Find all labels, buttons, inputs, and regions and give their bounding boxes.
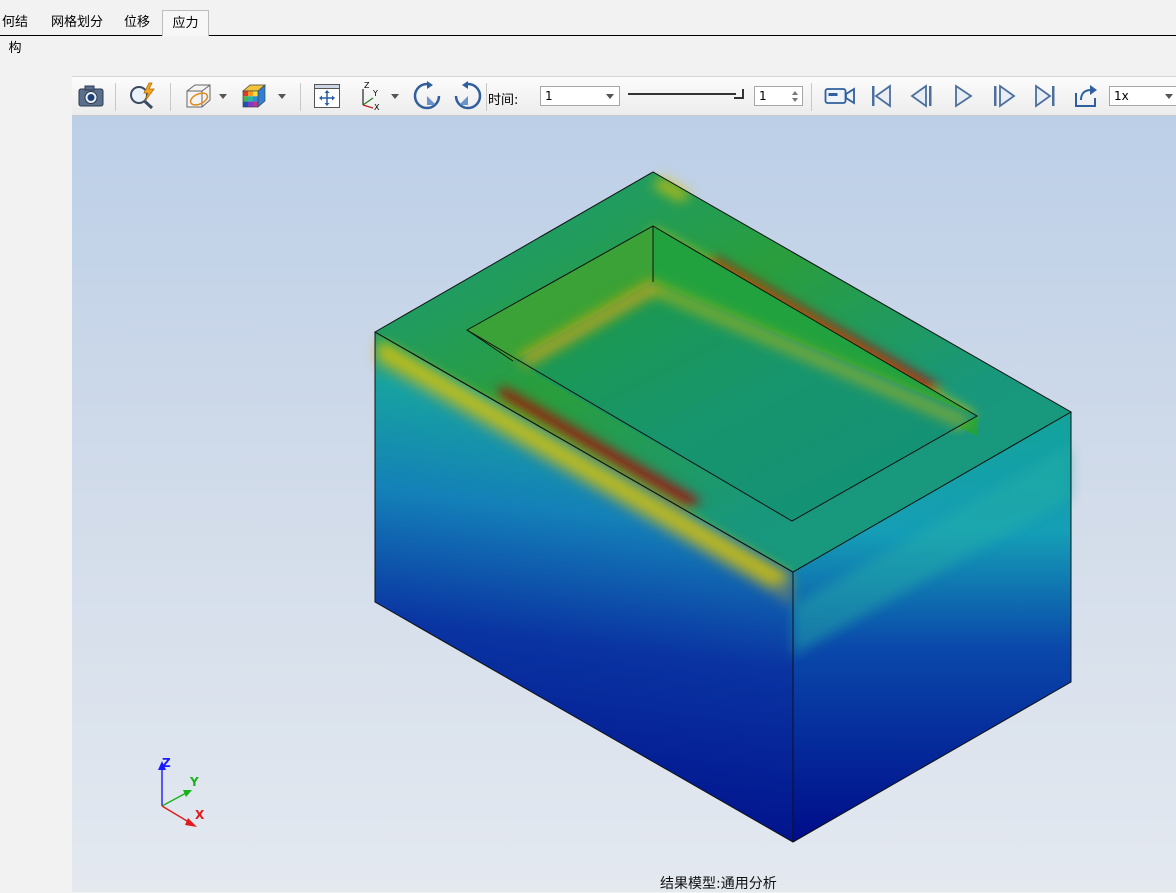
fit-view-button[interactable]	[311, 80, 343, 112]
axis-orient-dropdown[interactable]	[391, 94, 399, 99]
time-select-value: 1	[545, 89, 553, 103]
chevron-down-icon	[1165, 94, 1173, 99]
rotate-cw-icon	[413, 81, 441, 110]
axis-orient-button[interactable]: Z Y X	[354, 80, 386, 112]
toolbar-separator	[115, 83, 116, 111]
svg-text:Z: Z	[364, 81, 370, 90]
axis-x-label: X	[195, 808, 205, 822]
color-cube-icon	[242, 84, 266, 108]
axis-z-label: Z	[162, 756, 171, 770]
last-frame-button[interactable]	[1029, 80, 1061, 112]
tab-geometry[interactable]: 何结构	[0, 10, 34, 56]
toolbar-separator	[170, 83, 171, 111]
toolbar-separator	[811, 83, 812, 111]
play-button[interactable]	[947, 80, 979, 112]
result-model-label: 结果模型:通用分析	[660, 876, 777, 892]
probe-button[interactable]	[127, 80, 159, 112]
screenshot-button[interactable]	[75, 80, 107, 112]
axis-y-label: Y	[190, 775, 199, 789]
result-tabbar: 何结构 网格划分 位移 应力	[0, 0, 1176, 56]
frame-spinbox[interactable]: 1	[754, 86, 803, 106]
time-slider-track[interactable]	[628, 93, 736, 95]
frame-spinbox-value: 1	[759, 89, 767, 103]
svg-text:Y: Y	[372, 89, 378, 98]
spin-up-icon[interactable]	[792, 91, 798, 95]
section-view-button[interactable]	[182, 80, 214, 112]
first-frame-icon	[872, 84, 891, 108]
tab-displacement[interactable]: 位移	[118, 10, 156, 36]
spin-down-icon[interactable]	[792, 98, 798, 102]
probe-icon	[130, 82, 155, 110]
record-icon	[824, 87, 855, 105]
time-slider-handle[interactable]	[734, 89, 744, 99]
tab-meshing[interactable]: 网格划分	[48, 10, 106, 36]
axis-triad	[158, 761, 197, 827]
next-frame-icon	[994, 84, 1016, 108]
export-icon	[1075, 85, 1097, 107]
toolbar-separator	[300, 83, 301, 111]
rotate-ccw-button[interactable]	[452, 80, 484, 112]
rotate-cw-button[interactable]	[411, 80, 443, 112]
svg-text:X: X	[374, 103, 380, 111]
speed-select[interactable]: 1x	[1109, 86, 1176, 106]
camera-icon	[78, 85, 104, 107]
rotate-ccw-icon	[454, 81, 482, 110]
next-frame-button[interactable]	[988, 80, 1020, 112]
tab-stress[interactable]: 应力	[162, 10, 209, 36]
section-view-dropdown[interactable]	[219, 94, 227, 99]
axis-orient-icon: Z Y X	[362, 81, 380, 111]
fit-view-icon	[314, 84, 340, 108]
3d-viewport[interactable]: Z Y X	[72, 116, 1176, 892]
time-select[interactable]: 1	[540, 86, 620, 106]
time-label: 时间:	[488, 93, 519, 108]
stress-contour-model	[158, 171, 1073, 843]
prev-frame-icon	[910, 84, 932, 108]
viewer-toolbar: Z Y X 时间: 1 1 1x	[72, 76, 1176, 116]
color-map-dropdown[interactable]	[278, 94, 286, 99]
first-frame-button[interactable]	[865, 80, 897, 112]
chevron-down-icon	[606, 94, 614, 99]
record-button[interactable]	[822, 80, 858, 112]
prev-frame-button[interactable]	[906, 80, 938, 112]
last-frame-icon	[1035, 84, 1055, 108]
play-icon	[955, 84, 973, 108]
color-map-button[interactable]	[238, 80, 270, 112]
section-view-icon	[186, 84, 211, 108]
speed-select-value: 1x	[1114, 89, 1129, 103]
toolbar-separator	[486, 83, 487, 111]
export-button[interactable]	[1070, 80, 1102, 112]
